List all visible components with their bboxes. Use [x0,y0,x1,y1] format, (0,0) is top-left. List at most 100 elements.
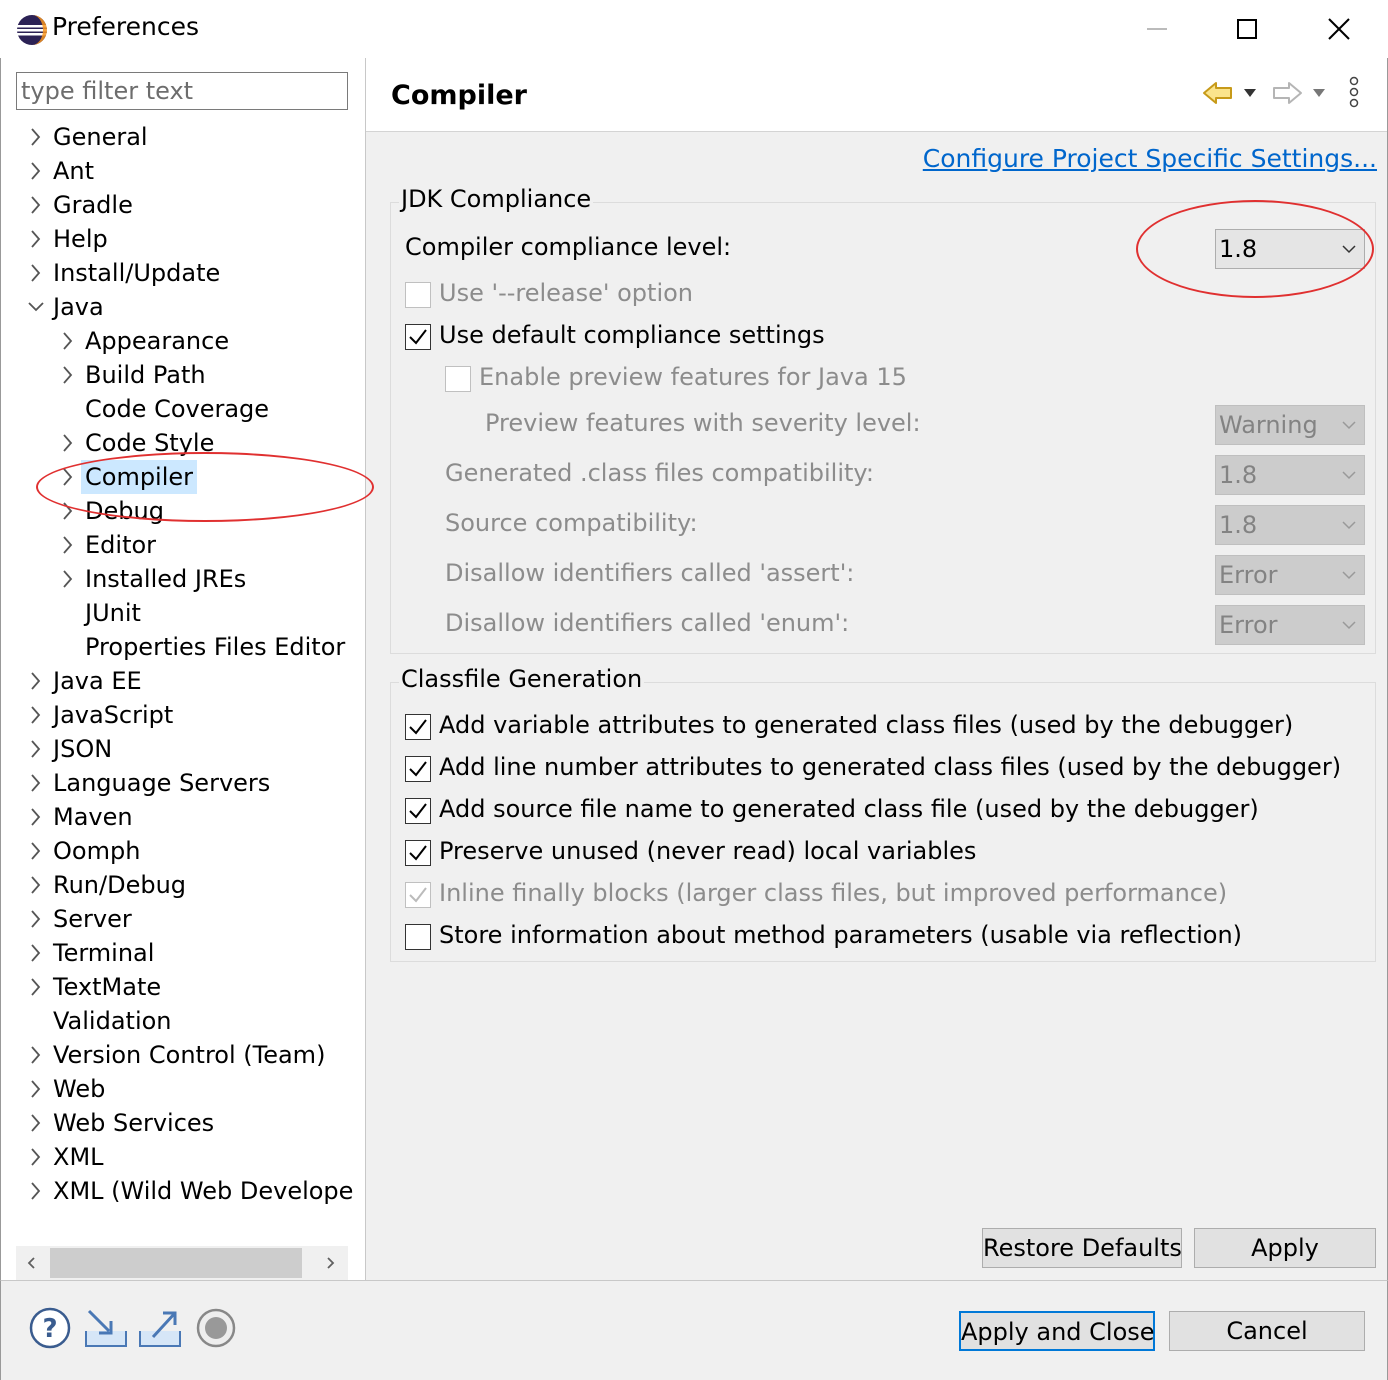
chevron-right-icon[interactable] [27,1106,45,1140]
back-arrow-icon[interactable] [1202,80,1234,106]
tree-item-label: Maven [53,803,133,831]
chevron-down-icon [1342,245,1356,254]
tree-item-label: Web [53,1075,106,1103]
tree-item-label: Web Services [53,1109,215,1137]
navigation-pane: General Ant Gradle Help Install/Update Java Ap… [0,58,366,1280]
help-icon[interactable]: ? [29,1307,71,1349]
enum-identifier-select[interactable]: Error [1215,605,1365,645]
severity-level-select[interactable]: Warning [1215,405,1365,445]
chevron-right-icon[interactable] [59,358,77,392]
chevron-right-icon[interactable] [59,562,77,596]
generated-compatibility-value: 1.8 [1219,461,1258,489]
chevron-down-icon [1342,571,1356,580]
severity-level-label: Preview features with severity level: [485,409,921,437]
tree-item-label: TextMate [53,973,162,1001]
tree-item-label: JUnit [85,599,141,627]
checkmark-icon [409,845,427,861]
chevron-right-icon[interactable] [27,1038,45,1072]
chevron-right-icon[interactable] [27,154,45,188]
chevron-right-icon[interactable] [27,1174,45,1208]
chevron-right-icon[interactable] [27,970,45,1004]
tree-item-label: XML (Wild Web Develope [53,1177,354,1205]
cancel-button[interactable]: Cancel [1169,1311,1365,1351]
scroll-right-icon[interactable] [324,1257,336,1269]
chevron-right-icon[interactable] [27,800,45,834]
record-icon[interactable] [195,1307,237,1349]
tree-item-label: Validation [53,1007,172,1035]
tree-item-label: General [53,123,148,151]
chevron-right-icon[interactable] [59,494,77,528]
chevron-right-icon[interactable] [27,664,45,698]
classfile-option-checkbox[interactable] [405,882,431,908]
chevron-right-icon[interactable] [27,936,45,970]
assert-identifier-select[interactable]: Error [1215,555,1365,595]
classfile-option-checkbox[interactable] [405,840,431,866]
forward-menu-icon[interactable] [1312,88,1326,98]
chevron-right-icon[interactable] [59,528,77,562]
default-compliance-label: Use default compliance settings [439,321,825,349]
chevron-right-icon[interactable] [27,120,45,154]
more-menu-icon[interactable] [1348,76,1360,108]
chevron-right-icon[interactable] [59,324,77,358]
chevron-right-icon[interactable] [27,766,45,800]
chevron-right-icon[interactable] [27,256,45,290]
source-compatibility-select[interactable]: 1.8 [1215,505,1365,545]
export-icon[interactable] [137,1307,183,1349]
chevron-right-icon[interactable] [27,732,45,766]
default-compliance-checkbox[interactable] [405,324,431,350]
chevron-right-icon[interactable] [27,188,45,222]
checkmark-icon [409,761,427,777]
close-icon [1328,18,1350,40]
close-window-button[interactable] [1294,0,1384,58]
classfile-option-checkbox[interactable] [405,756,431,782]
chevron-right-icon[interactable] [59,460,77,494]
enum-identifier-label: Disallow identifiers called 'enum': [445,609,850,637]
classfile-option-label: Add variable attributes to generated cla… [439,711,1294,739]
group-title: JDK Compliance [399,185,594,213]
apply-button[interactable]: Apply [1194,1228,1376,1268]
window-title: Preferences [52,12,200,41]
release-option-checkbox[interactable] [405,282,431,308]
chevron-right-icon[interactable] [27,868,45,902]
minimize-button[interactable] [1112,0,1202,58]
tree-item-label: XML [53,1143,104,1171]
filter-input[interactable] [16,72,348,110]
chevron-down-icon[interactable] [27,290,45,324]
generated-compatibility-select[interactable]: 1.8 [1215,455,1365,495]
chevron-right-icon[interactable] [27,1072,45,1106]
checkmark-icon [409,329,427,345]
scroll-left-icon[interactable] [26,1257,38,1269]
import-icon[interactable] [83,1307,129,1349]
tree-item-label: Oomph [53,837,141,865]
classfile-option-checkbox[interactable] [405,924,431,950]
chevron-right-icon[interactable] [59,426,77,460]
scrollbar-thumb[interactable] [50,1248,302,1278]
compliance-level-select[interactable]: 1.8 [1215,229,1365,269]
tree-item-label: Java [53,293,104,321]
source-compatibility-label: Source compatibility: [445,509,698,537]
apply-and-close-button[interactable]: Apply and Close [959,1311,1155,1351]
configure-project-settings-link[interactable]: Configure Project Specific Settings... [923,144,1377,173]
chevron-down-icon [1342,471,1356,480]
horizontal-scrollbar[interactable] [16,1246,348,1280]
tree-item-label: Java EE [53,667,142,695]
title-bar: Preferences [0,0,1388,58]
chevron-right-icon[interactable] [27,1140,45,1174]
back-menu-icon[interactable] [1243,88,1257,98]
restore-defaults-button[interactable]: Restore Defaults [982,1228,1182,1268]
preview-features-checkbox[interactable] [445,366,471,392]
chevron-right-icon[interactable] [27,222,45,256]
classfile-generation-group: Classfile Generation Add variable attrib… [390,665,1376,962]
classfile-option-label: Inline finally blocks (larger class file… [439,879,1228,907]
release-option-label: Use '--release' option [439,279,694,307]
chevron-right-icon[interactable] [27,834,45,868]
forward-arrow-icon[interactable] [1271,80,1303,106]
chevron-right-icon[interactable] [27,698,45,732]
classfile-option-checkbox[interactable] [405,798,431,824]
classfile-option-checkbox[interactable] [405,714,431,740]
maximize-button[interactable] [1202,0,1292,58]
tree-item-label: Terminal [53,939,155,967]
tree-item-label: Editor [85,531,157,559]
group-title: Classfile Generation [399,665,645,693]
chevron-right-icon[interactable] [27,902,45,936]
